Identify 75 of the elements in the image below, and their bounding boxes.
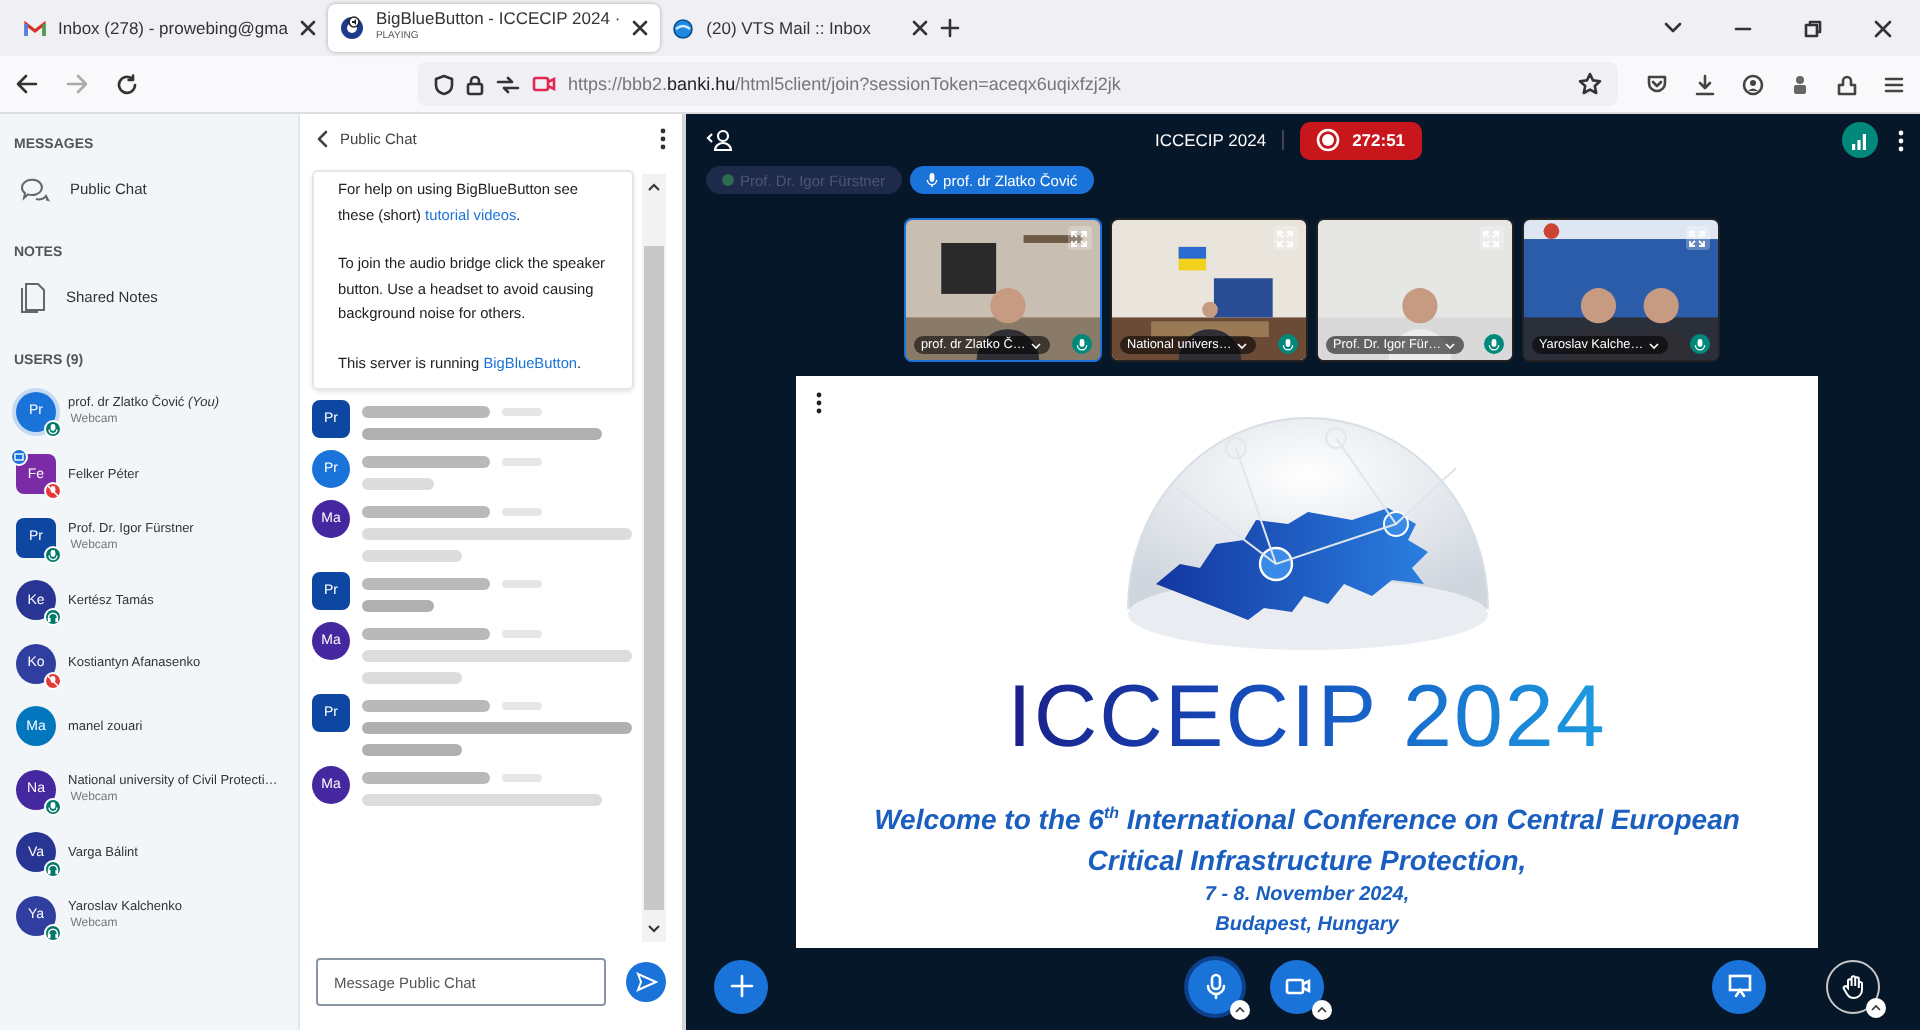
blurred-author (362, 456, 490, 468)
kebab-menu-icon[interactable] (660, 127, 666, 149)
speaker-icon (339, 16, 364, 40)
fullscreen-icon (1482, 229, 1500, 247)
slide-dates: 7 - 8. November 2024, (1204, 881, 1410, 910)
caret-icon (1029, 341, 1042, 349)
microphone-icon (1693, 337, 1705, 351)
fullscreen-button[interactable] (1067, 226, 1091, 250)
scrollbar[interactable] (642, 174, 666, 942)
reload-icon[interactable] (116, 73, 138, 95)
notes-icon (18, 281, 46, 313)
hand-icon (1839, 972, 1867, 1000)
microphone-icon (1281, 337, 1293, 351)
new-tab-icon[interactable] (940, 18, 961, 38)
fullscreen-icon (1688, 229, 1706, 247)
plus-icon (727, 972, 755, 1000)
camera-icon[interactable] (532, 74, 556, 94)
send-icon (635, 972, 658, 992)
blurred-author (362, 506, 490, 518)
microphone-icon (925, 172, 938, 188)
status-dot-icon (722, 174, 734, 186)
blurred-author (362, 700, 490, 712)
caret-icon (1444, 341, 1457, 349)
browser-tab[interactable]: Inbox (278) - prowebing@gma (12, 4, 328, 52)
permissions-icon[interactable] (496, 75, 520, 93)
close-icon[interactable] (632, 20, 649, 36)
signal-icon (1850, 131, 1870, 149)
caret-icon (1870, 1003, 1882, 1011)
close-icon[interactable] (1874, 19, 1892, 37)
presentation-icon (1725, 972, 1753, 1000)
fullscreen-button[interactable] (1685, 226, 1709, 250)
lock-icon[interactable] (466, 73, 484, 95)
pocket-icon[interactable] (1646, 74, 1668, 94)
blurred-author (362, 772, 490, 784)
restore-icon[interactable] (1804, 19, 1822, 37)
globe-icon (672, 17, 695, 39)
presentation-button[interactable] (1712, 959, 1766, 1013)
star-icon[interactable] (1578, 72, 1602, 96)
close-icon[interactable] (299, 20, 316, 36)
blurred-author (362, 406, 490, 418)
chat-icon (18, 175, 50, 203)
kebab-menu-icon[interactable] (1898, 129, 1904, 151)
menu-icon[interactable] (1884, 75, 1904, 93)
shield-icon[interactable] (434, 73, 454, 95)
caret-icon (1234, 1005, 1246, 1013)
caret-icon (1316, 1005, 1328, 1013)
account-icon[interactable] (1742, 73, 1764, 95)
close-icon[interactable] (912, 20, 929, 36)
kebab-menu-icon[interactable] (816, 392, 822, 414)
send-button[interactable] (626, 962, 666, 1002)
actions-button[interactable] (714, 959, 768, 1013)
connection-status[interactable] (1842, 122, 1878, 158)
users-toggle-icon[interactable] (706, 128, 734, 152)
microphone-icon (1487, 337, 1499, 351)
microphone-icon (1075, 337, 1087, 351)
back-icon[interactable] (316, 129, 328, 147)
meeting-title: ICCECIP 2024 (1154, 130, 1267, 150)
slide-welcome-text: Welcome to the 6$^{th}$ International Conference on Central European Critical Infrastructure Protection, (872, 801, 1742, 880)
raise-hand-button[interactable] (1826, 959, 1880, 1013)
caret-icon (1235, 341, 1248, 349)
blurred-author (362, 578, 490, 590)
browser-tab[interactable]: (20) VTS Mail :: Inbox (660, 4, 941, 52)
record-icon (1316, 128, 1341, 152)
microphone-icon (1201, 972, 1229, 1000)
mail-icon (24, 19, 46, 37)
chevron-down-icon[interactable] (1664, 22, 1682, 34)
minimize-icon[interactable] (1734, 25, 1752, 31)
fullscreen-icon (1070, 229, 1088, 247)
slide-location: Budapest, Hungary (1215, 911, 1399, 940)
caret-icon (1647, 341, 1660, 349)
recording-indicator[interactable]: 272:51 (1300, 121, 1422, 159)
back-icon[interactable] (16, 74, 38, 94)
download-icon[interactable] (1694, 73, 1716, 95)
fullscreen-icon (1276, 229, 1294, 247)
blurred-author (362, 628, 490, 640)
